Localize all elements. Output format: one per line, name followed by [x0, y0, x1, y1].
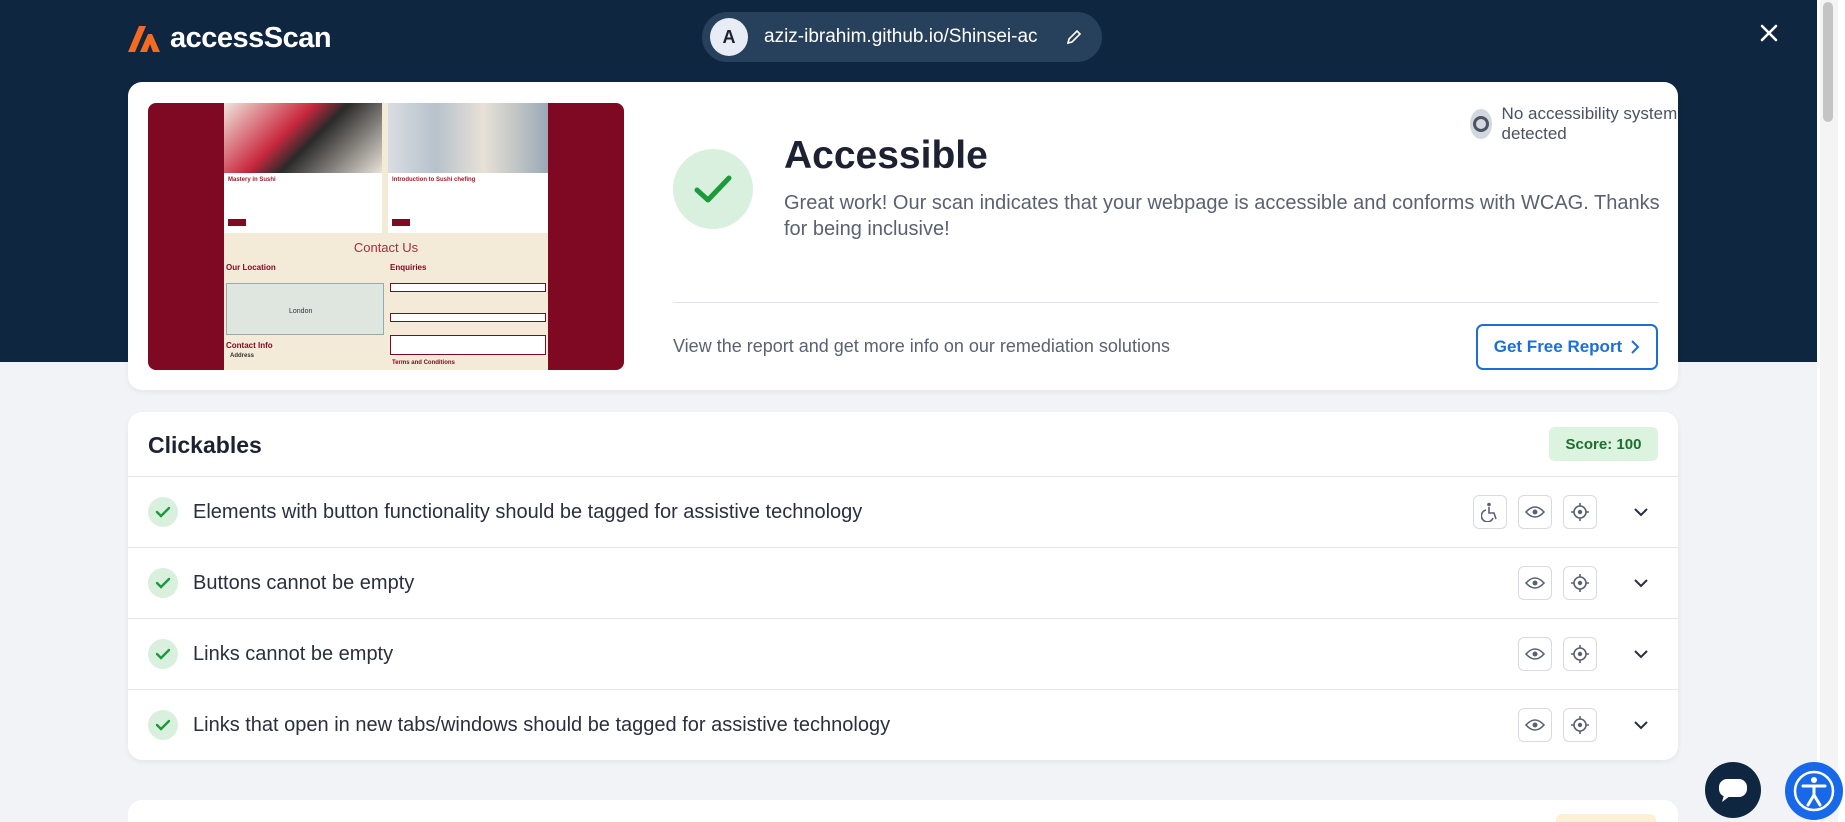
- thumbnail-subheading: Our Location: [226, 263, 276, 272]
- eye-icon[interactable]: [1518, 708, 1552, 742]
- target-icon[interactable]: [1563, 637, 1597, 671]
- get-free-report-button[interactable]: Get Free Report: [1476, 324, 1658, 370]
- scrollbar-thumb[interactable]: [1823, 2, 1833, 122]
- close-icon[interactable]: [1754, 18, 1784, 48]
- url-pill[interactable]: A aziz-ibrahim.github.io/Shinsei-ac: [702, 12, 1102, 62]
- result-title: Accessible: [784, 134, 988, 177]
- score-badge: [1556, 814, 1656, 822]
- logo-icon: [128, 25, 160, 52]
- eye-icon[interactable]: [1518, 566, 1552, 600]
- next-section-card: [128, 800, 1678, 822]
- eye-icon[interactable]: [1518, 495, 1552, 529]
- check-icon: [148, 639, 178, 669]
- check-icon: [148, 568, 178, 598]
- thumbnail-card-title: Mastery in Sushi: [228, 177, 276, 183]
- thumbnail-field: [390, 313, 546, 322]
- rule-row[interactable]: Elements with button functionality shoul…: [128, 476, 1678, 547]
- checkmark-icon: [673, 149, 753, 229]
- logo: accessScan: [128, 22, 332, 55]
- check-icon: [148, 710, 178, 740]
- scrollbar-track[interactable]: [1820, 0, 1838, 822]
- target-icon[interactable]: [1563, 708, 1597, 742]
- thumbnail-field: [390, 283, 546, 292]
- thumbnail-image: [388, 103, 548, 173]
- scanned-url: aziz-ibrahim.github.io/Shinsei-ac: [764, 26, 1038, 47]
- rule-row[interactable]: Links cannot be empty: [128, 618, 1678, 689]
- chevron-down-icon[interactable]: [1632, 503, 1650, 521]
- score-badge: Score: 100: [1549, 427, 1658, 461]
- thumbnail-card: Mastery in Sushi: [224, 173, 382, 233]
- app-name: accessScan: [170, 22, 332, 54]
- clickables-section: Clickables Score: 100 Elements with butt…: [128, 412, 1678, 760]
- thumbnail-map-label: London: [289, 308, 313, 315]
- rule-label: Buttons cannot be empty: [193, 572, 415, 594]
- thumbnail-image: [224, 103, 382, 173]
- app-header: accessScan A aziz-ibrahim.github.io/Shin…: [0, 0, 1845, 80]
- thumbnail-card: Introduction to Sushi chefing: [388, 173, 548, 233]
- status-badge-label: No accessibility system detected: [1501, 104, 1678, 143]
- report-button-label: Get Free Report: [1493, 337, 1623, 356]
- thumbnail-heading: Contact Us: [353, 240, 419, 255]
- section-title: Clickables: [148, 432, 262, 458]
- target-icon[interactable]: [1563, 566, 1597, 600]
- report-text: View the report and get more info on our…: [673, 336, 1170, 356]
- rule-label: Links that open in new tabs/windows shou…: [193, 714, 891, 736]
- chevron-down-icon[interactable]: [1632, 645, 1650, 663]
- chat-button[interactable]: [1705, 762, 1761, 818]
- thumbnail-field: [390, 335, 546, 355]
- thumbnail-map: London: [226, 283, 384, 335]
- thumbnail-subheading: Contact Info: [226, 341, 273, 350]
- rule-label: Elements with button functionality shoul…: [193, 501, 863, 523]
- pencil-icon[interactable]: [1064, 27, 1084, 47]
- rule-label: Links cannot be empty: [193, 643, 394, 665]
- accessibility-widget-button[interactable]: [1785, 762, 1843, 820]
- circle-icon: [1470, 109, 1492, 139]
- wheelchair-icon[interactable]: [1473, 495, 1507, 529]
- rule-row[interactable]: Links that open in new tabs/windows shou…: [128, 689, 1678, 760]
- scrollbar[interactable]: [1817, 0, 1845, 822]
- check-icon: [148, 497, 178, 527]
- thumbnail-button: [392, 219, 410, 226]
- chevron-down-icon[interactable]: [1632, 574, 1650, 592]
- accessibility-icon: [1793, 770, 1835, 812]
- chat-icon: [1719, 779, 1747, 802]
- target-icon[interactable]: [1563, 495, 1597, 529]
- thumbnail-subheading: Enquiries: [390, 263, 427, 272]
- result-description: Great work! Our scan indicates that your…: [784, 192, 1660, 240]
- chevron-down-icon[interactable]: [1632, 716, 1650, 734]
- result-card: Mastery in Sushi Introduction to Sushi c…: [128, 82, 1678, 390]
- divider: [673, 302, 1658, 303]
- avatar: A: [710, 18, 748, 56]
- thumbnail-text: Address: [230, 353, 255, 359]
- status-badge: No accessibility system detected: [1470, 104, 1678, 144]
- thumbnail-text: Terms and Conditions: [392, 360, 455, 366]
- thumbnail-page: Mastery in Sushi Introduction to Sushi c…: [224, 103, 548, 370]
- eye-icon[interactable]: [1518, 637, 1552, 671]
- chevron-right-icon: [1631, 340, 1640, 354]
- thumbnail-card-title: Introduction to Sushi chefing: [392, 177, 476, 183]
- page-thumbnail: Mastery in Sushi Introduction to Sushi c…: [148, 103, 624, 370]
- thumbnail-button: [228, 219, 246, 226]
- rule-row[interactable]: Buttons cannot be empty: [128, 547, 1678, 618]
